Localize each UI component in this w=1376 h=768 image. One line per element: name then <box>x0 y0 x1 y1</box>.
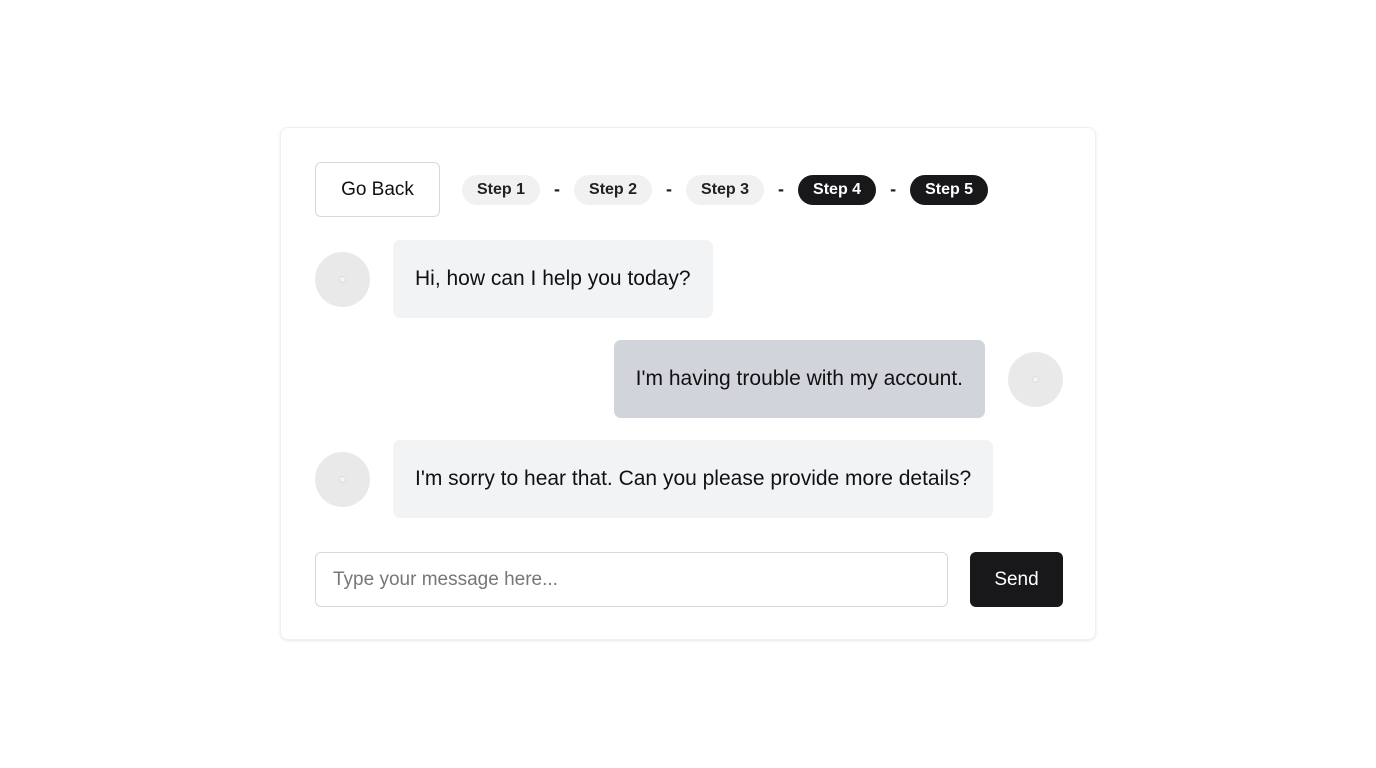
user-message-bubble: I'm having trouble with my account. <box>613 340 985 418</box>
bot-avatar <box>315 451 370 507</box>
chat-card: Go Back Step 1 - Step 2 - Step 3 - Step … <box>280 127 1096 640</box>
step-separator: - <box>890 179 897 199</box>
go-back-button[interactable]: Go Back <box>315 162 440 217</box>
message-input[interactable] <box>315 552 948 607</box>
step-3[interactable]: Step 3 <box>686 174 765 205</box>
message-row-bot: Hi, how can I help you today? <box>315 240 1063 318</box>
step-1[interactable]: Step 1 <box>462 174 541 205</box>
user-avatar <box>1008 351 1063 407</box>
step-2[interactable]: Step 2 <box>574 174 653 205</box>
avatar-placeholder-icon <box>339 475 346 483</box>
step-5[interactable]: Step 5 <box>910 174 989 205</box>
step-4[interactable]: Step 4 <box>798 174 877 205</box>
message-row-bot: I'm sorry to hear that. Can you please p… <box>315 440 1063 518</box>
message-row-user: I'm having trouble with my account. <box>315 340 1063 418</box>
step-separator: - <box>554 179 561 199</box>
message-composer: Send <box>315 552 1063 607</box>
avatar-placeholder-icon <box>1032 375 1039 383</box>
send-button[interactable]: Send <box>970 552 1063 607</box>
avatar-placeholder-icon <box>339 275 346 283</box>
top-bar: Go Back Step 1 - Step 2 - Step 3 - Step … <box>315 162 989 217</box>
bot-message-bubble: Hi, how can I help you today? <box>393 240 713 318</box>
step-indicator: Step 1 - Step 2 - Step 3 - Step 4 - Step… <box>462 174 989 205</box>
step-separator: - <box>666 179 673 199</box>
bot-message-bubble: I'm sorry to hear that. Can you please p… <box>393 440 994 518</box>
bot-avatar <box>315 251 370 307</box>
step-separator: - <box>778 179 785 199</box>
